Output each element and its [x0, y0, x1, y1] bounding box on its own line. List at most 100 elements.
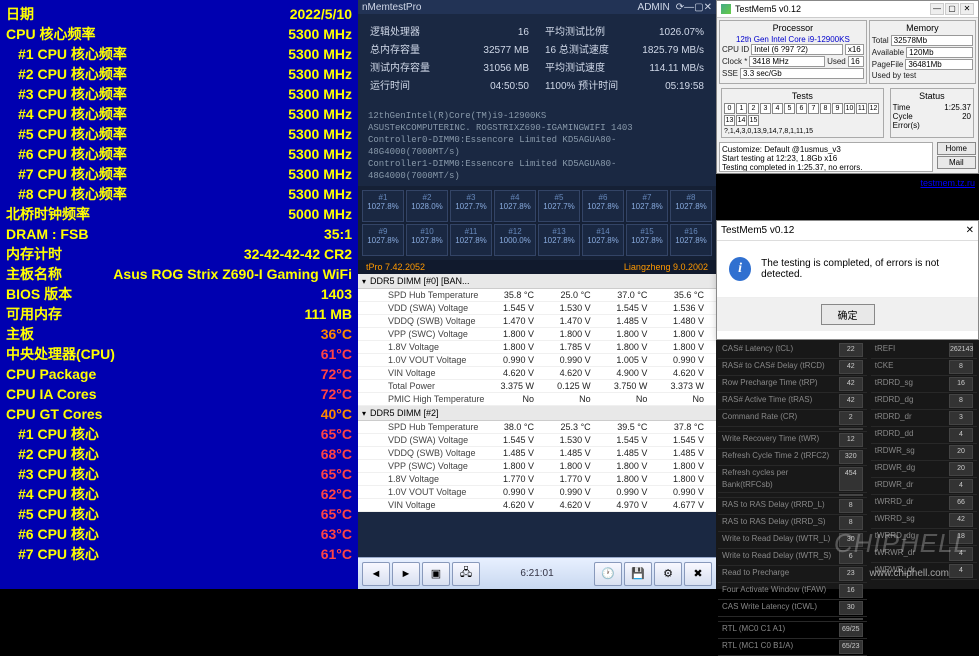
app-icon[interactable]: ▣ [422, 562, 450, 586]
memtest-pro-window: nMemtestPro ADMIN ⟳ — ▢ ✕ 逻辑处理器16平均测试比例1… [358, 0, 716, 589]
timing-row: tRDRD_dg8 [871, 393, 977, 410]
test-slot[interactable]: 14 [736, 115, 747, 126]
expand-icon[interactable]: ▾ [362, 277, 366, 286]
stat-row: 中央处理器(CPU)61°C [6, 344, 352, 364]
timing-row: tWRRD_sg42 [871, 512, 977, 529]
close-icon[interactable]: ✕ [960, 3, 974, 15]
stat-row: 北桥时钟频率5000 MHz [6, 204, 352, 224]
stat-row: #4 CPU 核心62°C [6, 484, 352, 504]
minimize-icon[interactable]: — [684, 2, 694, 13]
test-slot[interactable]: 0 [724, 103, 735, 114]
test-slot[interactable]: 8 [820, 103, 831, 114]
test-slot[interactable]: 12 [868, 103, 879, 114]
core-tile[interactable]: #101027.8% [406, 224, 448, 256]
stat-row: #6 CPU 核心频率5300 MHz [6, 144, 352, 164]
stat-value: Asus ROG Strix Z690-I Gaming WiFi [113, 264, 352, 284]
stat-row: CPU 核心频率5300 MHz [6, 24, 352, 44]
stat-label: CPU 核心频率 [6, 24, 95, 44]
test-slot[interactable]: 15 [748, 115, 759, 126]
core-tile[interactable]: #131027.8% [538, 224, 580, 256]
test-slot[interactable]: 10 [844, 103, 855, 114]
maximize-icon[interactable]: ▢ [694, 2, 703, 13]
timing-row: tRDWR_dg20 [871, 461, 977, 478]
tm5-titlebar[interactable]: TestMem5 v0.12 — ▢ ✕ [717, 1, 978, 18]
mail-button[interactable]: Mail [937, 156, 976, 169]
core-tile[interactable]: #161027.8% [670, 224, 712, 256]
test-slot[interactable]: 6 [796, 103, 807, 114]
timing-row: RAS# to CAS# Delay (tRCD)42 [718, 359, 867, 376]
core-tile[interactable]: #121000.0% [494, 224, 536, 256]
timing-row: tRDRD_dr3 [871, 410, 977, 427]
back-button[interactable]: ◄ [362, 562, 390, 586]
window-titlebar[interactable]: nMemtestPro ADMIN ⟳ — ▢ ✕ [358, 0, 716, 14]
test-slot[interactable]: 2 [748, 103, 759, 114]
forward-button[interactable]: ► [392, 562, 420, 586]
network-icon[interactable]: 🖧 [452, 562, 480, 586]
sse-field: 3.3 sec/Gb [740, 68, 864, 79]
test-slot[interactable]: 5 [784, 103, 795, 114]
sensor-row: VDDQ (SWB) Voltage1.470 V1.470 V1.485 V1… [358, 315, 716, 328]
stat-value: 72°C [321, 384, 352, 404]
stat-label: DRAM : FSB [6, 224, 88, 244]
test-slot[interactable]: 13 [724, 115, 735, 126]
dialog-titlebar[interactable]: TestMem5 v0.12 ✕ [717, 221, 978, 241]
timing-row: tRDRD_sg16 [871, 376, 977, 393]
stat-row: 内存计时32-42-42-42 CR2 [6, 244, 352, 264]
core-tile[interactable]: #81027.8% [670, 190, 712, 222]
core-tile[interactable]: #71027.8% [626, 190, 668, 222]
stat-label: #2 CPU 核心 [18, 444, 99, 464]
minimize-icon[interactable]: — [930, 3, 944, 15]
core-tile[interactable]: #31027.7% [450, 190, 492, 222]
test-slot[interactable]: 3 [760, 103, 771, 114]
stat-row: #7 CPU 核心61°C [6, 544, 352, 564]
sensor-row: VIN Voltage4.620 V4.620 V4.900 V4.620 V [358, 367, 716, 380]
core-tile[interactable]: #111027.8% [450, 224, 492, 256]
close-icon[interactable]: ✕ [966, 225, 974, 236]
core-tile[interactable]: #51027.7% [538, 190, 580, 222]
close-button[interactable]: ✖ [684, 562, 712, 586]
memory-timing-panel: CAS# Latency (tCL)22RAS# to CAS# Delay (… [716, 340, 979, 589]
watermark: CHIPHELL [834, 528, 969, 559]
sensor-row: SPD Hub Temperature35.8 °C25.0 °C37.0 °C… [358, 289, 716, 302]
test-slot[interactable]: 11 [856, 103, 867, 114]
testmem-link[interactable]: testmem.tz.ru [920, 178, 975, 188]
test-sequence: ?,1,4,3,0,13,9,14,7,8,1,11,15 [724, 128, 881, 135]
test-slot[interactable]: 9 [832, 103, 843, 114]
dimm0-header[interactable]: ▾ DDR5 DIMM [#0] [BAN... [358, 274, 716, 289]
stat-row: #5 CPU 核心频率5300 MHz [6, 124, 352, 144]
test-slot[interactable]: 1 [736, 103, 747, 114]
save-icon[interactable]: 💾 [624, 562, 652, 586]
test-slot[interactable]: 4 [772, 103, 783, 114]
core-tile[interactable]: #11027.8% [362, 190, 404, 222]
timing-row: Read to Precharge23 [718, 566, 867, 583]
core-tile[interactable]: #141027.8% [582, 224, 624, 256]
dimm1-header[interactable]: ▾ DDR5 DIMM [#2] [358, 406, 716, 421]
stats-grid: 逻辑处理器16平均测试比例1026.07%总内存容量32577 MB16 总测试… [358, 14, 716, 106]
stat-label: #4 CPU 核心 [18, 484, 99, 504]
stat-label: BIOS 版本 [6, 284, 72, 304]
core-tile[interactable]: #21028.0% [406, 190, 448, 222]
stat-value: 36°C [321, 324, 352, 344]
maximize-icon[interactable]: ▢ [945, 3, 959, 15]
completion-dialog: TestMem5 v0.12 ✕ i The testing is comple… [716, 220, 979, 340]
timing-row: tREFI262143 [871, 342, 977, 359]
core-tile[interactable]: #91027.8% [362, 224, 404, 256]
core-tile[interactable]: #151027.8% [626, 224, 668, 256]
stat-label: CPU Package [6, 364, 96, 384]
close-icon[interactable]: ✕ [704, 2, 712, 13]
processor-label: Processor [722, 23, 864, 33]
clock-icon[interactable]: 🕐 [594, 562, 622, 586]
stat-row: #5 CPU 核心65°C [6, 504, 352, 524]
core-tile[interactable]: #61027.8% [582, 190, 624, 222]
timing-row: tRDWR_sg20 [871, 444, 977, 461]
memory-label: Memory [872, 23, 973, 33]
ok-button[interactable]: 确定 [821, 304, 875, 325]
test-slot[interactable]: 7 [808, 103, 819, 114]
refresh-icon[interactable]: ⟳ [676, 2, 684, 13]
avail-mem: 120Mb [906, 47, 973, 58]
home-button[interactable]: Home [937, 142, 976, 155]
stat-row: #3 CPU 核心频率5300 MHz [6, 84, 352, 104]
expand-icon[interactable]: ▾ [362, 409, 366, 418]
core-tile[interactable]: #41027.8% [494, 190, 536, 222]
settings-icon[interactable]: ⚙ [654, 562, 682, 586]
